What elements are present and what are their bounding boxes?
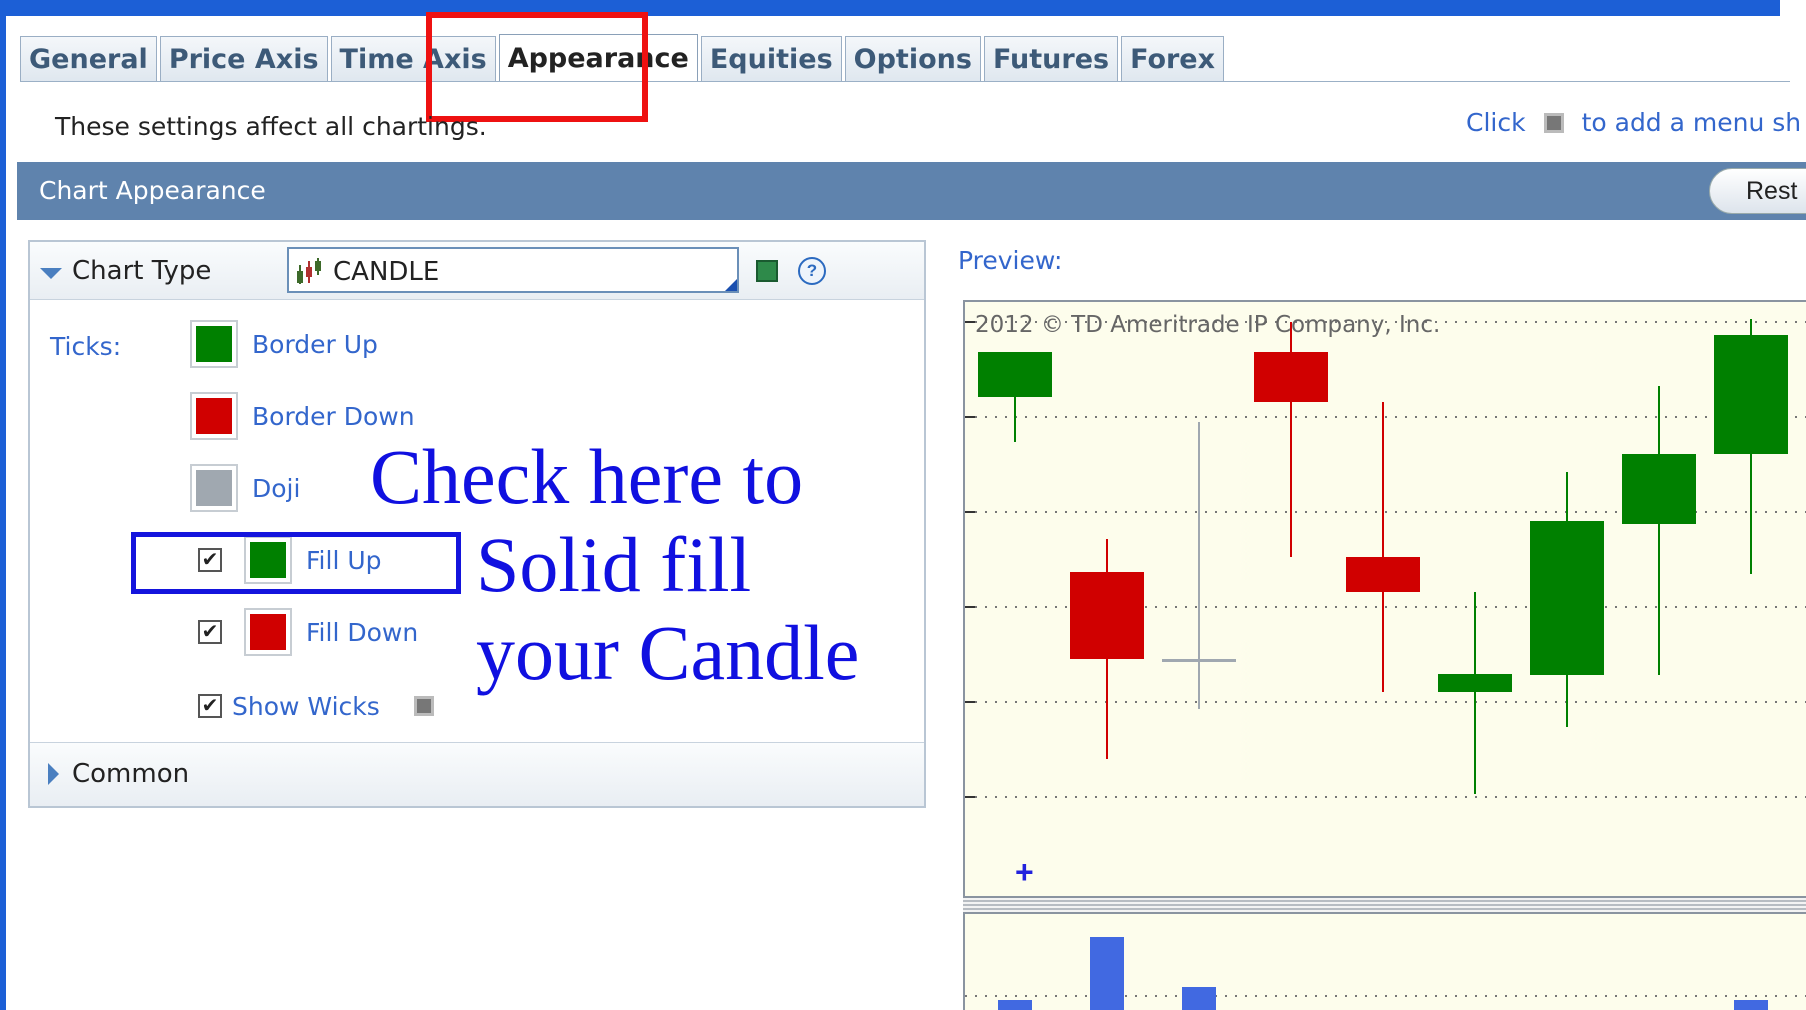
candle-body-7 bbox=[1622, 454, 1696, 524]
annotation-line-2: Solid fill bbox=[476, 521, 752, 608]
fill-down-label[interactable]: Fill Down bbox=[306, 618, 418, 647]
settings-info-text: These settings affect all chartings. bbox=[55, 112, 487, 141]
show-wicks-checkbox[interactable]: ✔ bbox=[198, 694, 222, 718]
tab-futures[interactable]: Futures bbox=[983, 36, 1119, 82]
collapse-triangle-icon[interactable] bbox=[40, 268, 62, 279]
border-down-color bbox=[196, 398, 232, 434]
show-wicks-label[interactable]: Show Wicks bbox=[232, 692, 380, 721]
candle-body-6 bbox=[1530, 521, 1604, 675]
tab-equities[interactable]: Equities bbox=[700, 36, 842, 82]
fill-down-swatch[interactable] bbox=[244, 608, 292, 656]
popout-icon[interactable] bbox=[756, 260, 778, 282]
ticks-label: Ticks: bbox=[50, 332, 122, 361]
tab-price-axis[interactable]: Price Axis bbox=[159, 36, 328, 82]
chart-type-row: Chart Type CANDLE ? bbox=[30, 242, 924, 300]
reset-button[interactable]: Rest bbox=[1709, 168, 1806, 214]
tab-forex[interactable]: Forex bbox=[1121, 36, 1225, 82]
volume-chart-svg bbox=[965, 937, 1806, 1010]
tab-general[interactable]: General bbox=[20, 36, 157, 82]
border-down-label[interactable]: Border Down bbox=[252, 402, 415, 431]
border-up-color bbox=[196, 326, 232, 362]
chart-type-label: Chart Type bbox=[72, 256, 212, 286]
volume-bar-0 bbox=[998, 1000, 1032, 1010]
chart-copyright: 2012 © TD Ameritrade IP Company, Inc. bbox=[975, 312, 1441, 338]
wicks-settings-icon[interactable] bbox=[414, 696, 434, 716]
candle-chart-svg bbox=[965, 319, 1806, 798]
candle-body-0 bbox=[978, 352, 1052, 397]
help-icon[interactable]: ? bbox=[798, 257, 826, 285]
candle-body-8 bbox=[1714, 335, 1788, 454]
doji-color bbox=[196, 470, 232, 506]
candle-body-3 bbox=[1254, 352, 1328, 402]
chart-splitter[interactable] bbox=[963, 898, 1806, 912]
app-window: General Price Axis Time Axis Appearance … bbox=[0, 0, 1806, 1010]
dropdown-corner-icon bbox=[725, 279, 737, 291]
appearance-tab-highlight bbox=[426, 12, 648, 122]
candle-body-4 bbox=[1346, 557, 1420, 592]
volume-bar-1 bbox=[1090, 937, 1124, 1010]
fill-down-checkbox[interactable]: ✔ bbox=[198, 620, 222, 644]
candle-body-2 bbox=[1162, 659, 1236, 662]
border-up-label[interactable]: Border Up bbox=[252, 330, 378, 359]
menu-shortcut-hint: Click to add a menu sh bbox=[1466, 108, 1801, 137]
window-left-frame bbox=[0, 0, 6, 1010]
volume-bar-8 bbox=[1734, 1000, 1768, 1010]
candle-body-1 bbox=[1070, 572, 1144, 659]
tabbar-divider bbox=[20, 81, 1790, 82]
chart-type-value: CANDLE bbox=[333, 257, 440, 287]
preview-chart: 2012 © TD Ameritrade IP Company, Inc. + bbox=[963, 300, 1806, 898]
common-label: Common bbox=[72, 759, 190, 789]
doji-label[interactable]: Doji bbox=[252, 474, 300, 503]
common-section-row[interactable]: Common bbox=[30, 742, 924, 806]
fill-down-color bbox=[250, 614, 286, 650]
fill-up-highlight bbox=[131, 532, 461, 594]
volume-chart bbox=[963, 912, 1806, 1010]
candle-chart-icon bbox=[297, 258, 321, 284]
volume-bar-2 bbox=[1182, 987, 1216, 1010]
hint-rest-text: to add a menu sh bbox=[1581, 108, 1802, 137]
border-down-swatch[interactable] bbox=[190, 392, 238, 440]
section-title: Chart Appearance bbox=[39, 176, 266, 205]
window-title-strip bbox=[0, 0, 1780, 16]
annotation-line-1: Check here to bbox=[370, 433, 804, 520]
expand-triangle-icon[interactable] bbox=[48, 763, 59, 785]
crosshair-plus-icon[interactable]: + bbox=[1015, 854, 1034, 891]
chart-appearance-header: Chart Appearance Rest bbox=[17, 162, 1806, 220]
candle-body-5 bbox=[1438, 674, 1512, 692]
annotation-line-3: your Candle bbox=[476, 609, 860, 696]
tab-options[interactable]: Options bbox=[844, 36, 981, 82]
hint-click-text: Click bbox=[1466, 108, 1526, 137]
doji-swatch[interactable] bbox=[190, 464, 238, 512]
chart-type-select[interactable]: CANDLE bbox=[287, 247, 739, 293]
preview-label: Preview: bbox=[958, 246, 1063, 275]
border-up-swatch[interactable] bbox=[190, 320, 238, 368]
add-menu-icon[interactable] bbox=[1543, 112, 1564, 133]
